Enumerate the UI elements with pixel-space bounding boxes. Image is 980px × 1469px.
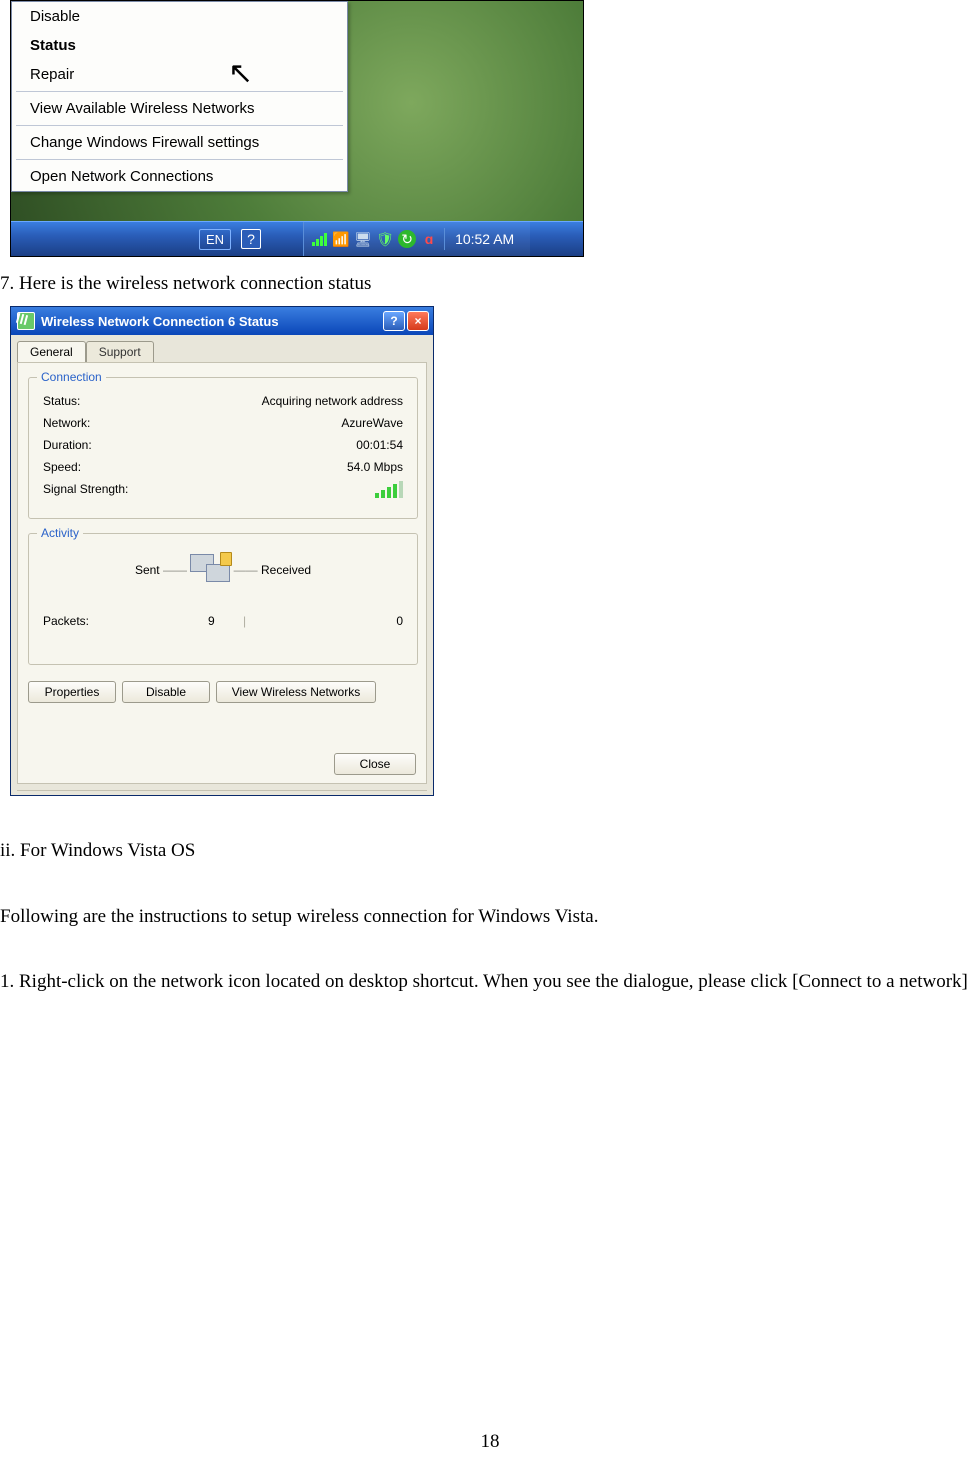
step-1-text: 1. Right-click on the network icon locat… bbox=[0, 967, 980, 996]
activity-legend: Activity bbox=[37, 526, 83, 540]
properties-button[interactable]: Properties bbox=[28, 681, 116, 703]
taskbar: EN ? 📶 🖥 🛡 ↻ ɑ 10:52 AM bbox=[11, 221, 583, 256]
menu-separator bbox=[16, 91, 343, 92]
system-tray: 📶 🖥 🛡 ↻ ɑ 10:52 AM bbox=[303, 222, 530, 256]
connection-legend: Connection bbox=[37, 370, 106, 384]
titlebar-help-button[interactable]: ? bbox=[383, 311, 405, 331]
shield-tray-icon[interactable]: 🛡 bbox=[376, 230, 394, 248]
duration-label: Duration: bbox=[43, 438, 92, 452]
received-label: Received bbox=[261, 563, 311, 577]
help-tray-icon[interactable]: ? bbox=[241, 229, 261, 249]
status-label: Status: bbox=[43, 394, 80, 408]
connection-group: Connection Status: Acquiring network add… bbox=[28, 377, 418, 519]
antivirus-tray-icon[interactable]: ɑ bbox=[420, 230, 438, 248]
menu-separator bbox=[16, 125, 343, 126]
packets-label: Packets: bbox=[43, 614, 89, 628]
titlebar-close-button[interactable]: × bbox=[407, 311, 429, 331]
dialog-panel: Connection Status: Acquiring network add… bbox=[17, 362, 427, 784]
network-tray-icon[interactable]: 🖥 bbox=[354, 230, 372, 248]
network-label: Network: bbox=[43, 416, 90, 430]
tray-context-menu: Disable Status Repair View Available Wir… bbox=[11, 1, 348, 192]
page-number: 18 bbox=[0, 1431, 980, 1453]
signal-tray-icon[interactable] bbox=[310, 230, 328, 248]
taskbar-clock[interactable]: 10:52 AM bbox=[449, 231, 524, 247]
screenshot-status-dialog: Wireless Network Connection 6 Status ? ×… bbox=[10, 306, 434, 796]
step-7-text: 7. Here is the wireless network connecti… bbox=[0, 269, 371, 298]
menu-item-firewall[interactable]: Change Windows Firewall settings bbox=[12, 128, 347, 157]
tab-general[interactable]: General bbox=[17, 341, 86, 362]
packets-received-value: 0 bbox=[396, 614, 403, 628]
sync-tray-icon[interactable]: ↻ bbox=[398, 230, 416, 248]
packets-sent-value: 9 bbox=[208, 614, 215, 628]
disable-button[interactable]: Disable bbox=[122, 681, 210, 703]
speed-label: Speed: bbox=[43, 460, 81, 474]
menu-item-disable[interactable]: Disable bbox=[12, 2, 347, 31]
wireless-icon bbox=[17, 312, 35, 330]
menu-item-repair[interactable]: Repair bbox=[12, 60, 347, 89]
menu-item-status[interactable]: Status bbox=[12, 31, 347, 60]
tab-support[interactable]: Support bbox=[86, 341, 154, 362]
activity-group: Activity Sent —— —— Received Packets: 9 … bbox=[28, 533, 418, 665]
vista-intro-text: Following are the instructions to setup … bbox=[0, 902, 598, 931]
status-value: Acquiring network address bbox=[262, 394, 403, 408]
signal-strength-icon bbox=[375, 482, 403, 498]
duration-value: 00:01:54 bbox=[356, 438, 403, 452]
menu-item-view-networks[interactable]: View Available Wireless Networks bbox=[12, 94, 347, 123]
screenshot-context-menu: Disable Status Repair View Available Wir… bbox=[10, 0, 584, 257]
speed-value: 54.0 Mbps bbox=[347, 460, 403, 474]
wireless-tray-icon[interactable]: 📶 bbox=[332, 230, 350, 248]
view-wireless-button[interactable]: View Wireless Networks bbox=[216, 681, 376, 703]
signal-label: Signal Strength: bbox=[43, 482, 128, 498]
network-value: AzureWave bbox=[341, 416, 403, 430]
menu-separator bbox=[16, 159, 343, 160]
dialog-title: Wireless Network Connection 6 Status bbox=[41, 314, 279, 329]
lock-icon bbox=[220, 552, 232, 566]
section-ii-heading: ii. For Windows Vista OS bbox=[0, 836, 195, 865]
sent-label: Sent bbox=[135, 563, 160, 577]
menu-item-open-connections[interactable]: Open Network Connections bbox=[12, 162, 347, 191]
close-button[interactable]: Close bbox=[334, 753, 416, 775]
language-indicator[interactable]: EN bbox=[199, 229, 231, 250]
activity-monitors-icon bbox=[190, 554, 230, 588]
dialog-titlebar: Wireless Network Connection 6 Status ? × bbox=[11, 307, 433, 335]
